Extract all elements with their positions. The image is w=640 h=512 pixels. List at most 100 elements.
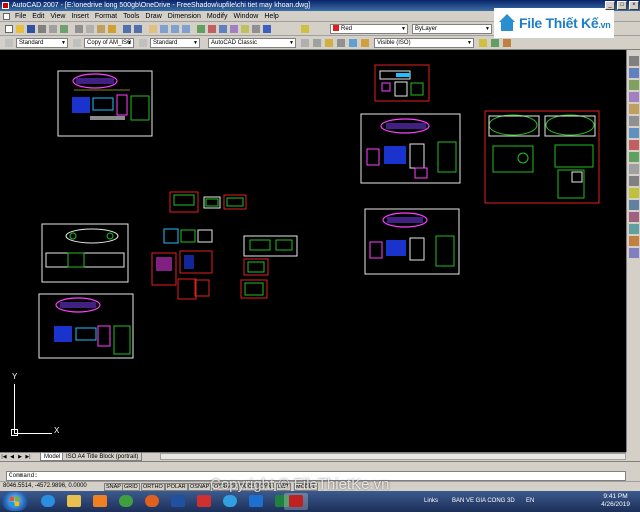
match-properties-icon[interactable] xyxy=(107,24,117,34)
annotation-icon[interactable] xyxy=(312,38,322,48)
chamfer-icon[interactable] xyxy=(629,212,639,222)
help-icon[interactable] xyxy=(262,24,272,34)
tray-links[interactable]: Links xyxy=(424,498,438,504)
copy-object-icon[interactable] xyxy=(629,68,639,78)
drawing-part[interactable] xyxy=(240,235,298,299)
visibility-combo[interactable]: Visible (ISO) xyxy=(374,38,474,48)
menu-edit[interactable]: Edit xyxy=(29,11,47,22)
taskbar-chrome-icon[interactable] xyxy=(114,493,138,510)
document-icon[interactable] xyxy=(3,13,10,20)
fillet-icon[interactable] xyxy=(629,224,639,234)
drawing-sheet[interactable] xyxy=(41,223,129,283)
workspace-settings-icon[interactable] xyxy=(300,38,310,48)
cut-icon[interactable] xyxy=(74,24,84,34)
autocad-app-icon[interactable] xyxy=(2,2,9,9)
mirror-icon[interactable] xyxy=(629,80,639,90)
tab-model[interactable]: Model xyxy=(40,453,65,461)
publish-icon[interactable] xyxy=(59,24,69,34)
trim-icon[interactable] xyxy=(629,164,639,174)
table-style-icon[interactable] xyxy=(138,38,148,48)
next-tab-icon[interactable]: ▶ xyxy=(16,453,24,461)
last-tab-icon[interactable]: ▶| xyxy=(24,453,32,461)
color-combo[interactable]: Red xyxy=(330,24,408,34)
erase-icon[interactable] xyxy=(629,56,639,66)
taskbar-media-icon[interactable] xyxy=(88,493,112,510)
zoom-realtime-icon[interactable] xyxy=(159,24,169,34)
taskbar-word-icon[interactable] xyxy=(166,493,190,510)
menu-tools[interactable]: Tools xyxy=(120,11,142,22)
save-icon[interactable] xyxy=(26,24,36,34)
osnap-toggle[interactable]: OSNAP xyxy=(188,483,212,491)
freeze-icon[interactable] xyxy=(348,38,358,48)
stretch-icon[interactable] xyxy=(629,152,639,162)
array-icon[interactable] xyxy=(629,104,639,114)
polar-toggle[interactable]: POLAR xyxy=(165,483,188,491)
scale-icon[interactable] xyxy=(629,140,639,150)
close-icon[interactable]: × xyxy=(629,1,639,10)
taskbar-firefox-icon[interactable] xyxy=(140,493,164,510)
offset-icon[interactable] xyxy=(629,92,639,102)
menu-dimension[interactable]: Dimension xyxy=(165,11,204,22)
paste-icon[interactable] xyxy=(96,24,106,34)
taskbar-skype-icon[interactable] xyxy=(218,493,242,510)
menu-draw[interactable]: Draw xyxy=(142,11,164,22)
taskbar-autocad-icon[interactable] xyxy=(284,493,308,510)
taskbar-zalo-icon[interactable] xyxy=(244,493,268,510)
ucs-icon[interactable] xyxy=(336,38,346,48)
minimize-icon[interactable]: _ xyxy=(605,1,615,10)
open-icon[interactable] xyxy=(15,24,25,34)
drawing-sheet[interactable] xyxy=(57,70,153,137)
menu-file[interactable]: File xyxy=(12,11,29,22)
start-button[interactable] xyxy=(2,492,28,511)
drawing-sheet[interactable] xyxy=(38,293,134,359)
drawing-canvas[interactable]: Y X xyxy=(0,50,626,452)
maximize-icon[interactable]: □ xyxy=(617,1,627,10)
drawing-sheet[interactable] xyxy=(374,64,430,102)
tab-layout-iso-a4[interactable]: ISO A4 Title Block (portrait) xyxy=(62,453,143,461)
taskbar-explorer-icon[interactable] xyxy=(62,493,86,510)
tool-palettes-icon[interactable] xyxy=(218,24,228,34)
new-icon[interactable] xyxy=(4,24,14,34)
menu-modify[interactable]: Modify xyxy=(204,11,231,22)
extend-icon[interactable] xyxy=(629,176,639,186)
tray-label[interactable]: BAN VE GIA CONG 3D xyxy=(452,498,515,504)
pan-icon[interactable] xyxy=(148,24,158,34)
linetype-combo[interactable]: ByLayer xyxy=(412,24,492,34)
layer-prev-icon[interactable] xyxy=(478,38,488,48)
taskbar-clock[interactable]: 9:41 PM 4/26/2019 xyxy=(601,493,630,509)
design-center-icon[interactable] xyxy=(207,24,217,34)
language-indicator[interactable]: EN xyxy=(526,498,534,504)
layer-iso-icon[interactable] xyxy=(502,38,512,48)
dim-style-combo[interactable]: Copy of AM_ISC xyxy=(84,38,134,48)
layer-icon[interactable] xyxy=(300,24,310,34)
explode-icon[interactable] xyxy=(629,236,639,246)
first-tab-icon[interactable]: |◀ xyxy=(0,453,8,461)
break-icon[interactable] xyxy=(629,188,639,198)
lock-icon[interactable] xyxy=(360,38,370,48)
menu-view[interactable]: View xyxy=(47,11,68,22)
layer-state-icon[interactable] xyxy=(324,38,334,48)
drawing-part[interactable] xyxy=(169,191,247,213)
text-style-combo[interactable]: Standard xyxy=(16,38,68,48)
menu-insert[interactable]: Insert xyxy=(68,11,92,22)
menu-format[interactable]: Format xyxy=(92,11,120,22)
calculator-icon[interactable] xyxy=(251,24,261,34)
drawing-sheet[interactable] xyxy=(360,113,461,184)
drawing-part[interactable] xyxy=(151,228,213,300)
workspace-combo[interactable]: AutoCAD Classic xyxy=(208,38,296,48)
ortho-toggle[interactable]: ORTHO xyxy=(141,483,165,491)
join-icon[interactable] xyxy=(629,200,639,210)
markup-icon[interactable] xyxy=(240,24,250,34)
menu-help[interactable]: Help xyxy=(261,11,281,22)
properties-icon[interactable] xyxy=(196,24,206,34)
taskbar-ie-icon[interactable] xyxy=(36,493,60,510)
move-icon[interactable] xyxy=(629,116,639,126)
zoom-window-icon[interactable] xyxy=(170,24,180,34)
rotate-icon[interactable] xyxy=(629,128,639,138)
plot-icon[interactable] xyxy=(37,24,47,34)
sheet-set-icon[interactable] xyxy=(229,24,239,34)
taskbar-app-icon[interactable] xyxy=(192,493,216,510)
plot-preview-icon[interactable] xyxy=(48,24,58,34)
table-style-combo[interactable]: Standard xyxy=(150,38,200,48)
drawing-sheet[interactable] xyxy=(484,110,600,204)
